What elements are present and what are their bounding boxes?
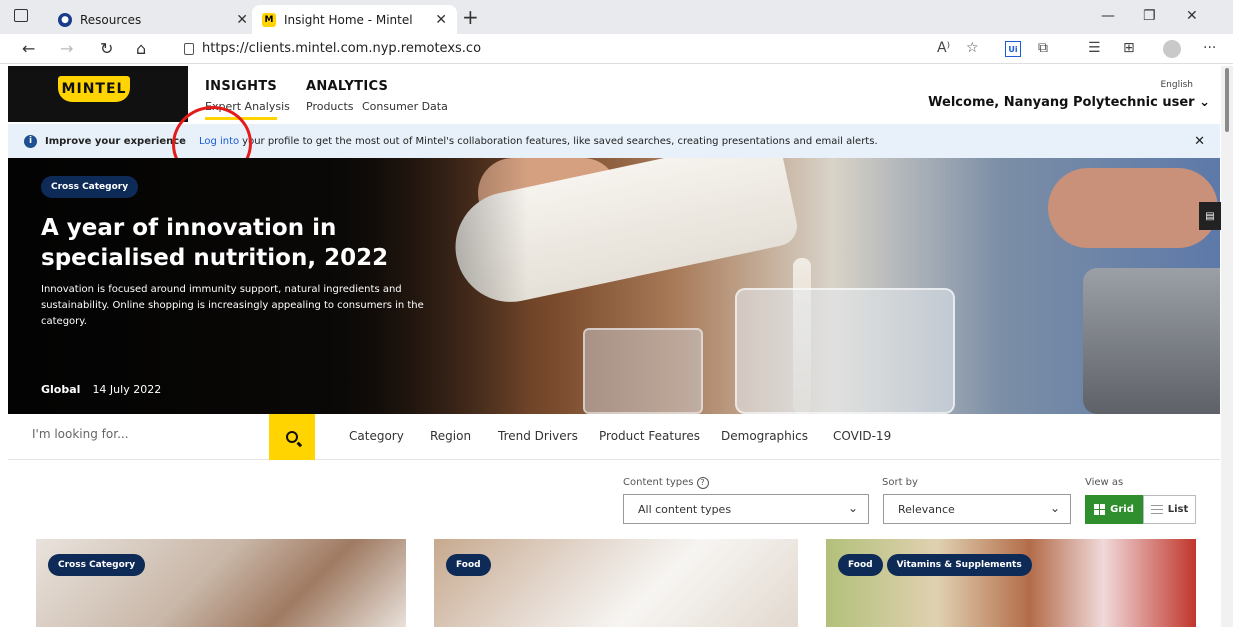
search-icon bbox=[286, 431, 298, 443]
list-icon bbox=[1150, 505, 1163, 514]
hero-category-badge[interactable]: Cross Category bbox=[41, 176, 139, 198]
nav-analytics[interactable]: ANALYTICS bbox=[306, 79, 388, 94]
content-types-select[interactable]: All content types ⌄ bbox=[623, 494, 869, 524]
scrollbar[interactable] bbox=[1221, 66, 1233, 627]
tab-resources[interactable]: ● Resources ✕ bbox=[48, 5, 258, 34]
filter-category[interactable]: Category bbox=[349, 429, 404, 443]
card-category-badge[interactable]: Vitamins & Supplements bbox=[886, 554, 1032, 576]
card-category-badge[interactable]: Cross Category bbox=[48, 554, 146, 576]
url-field[interactable]: https://clients.mintel.com.nyp.remotexs.… bbox=[184, 41, 481, 56]
search-input[interactable] bbox=[32, 427, 262, 441]
sort-by-value: Relevance bbox=[898, 502, 955, 516]
hero-image-hand-right bbox=[1048, 168, 1218, 248]
read-aloud-icon[interactable]: A⁾ bbox=[937, 40, 950, 56]
close-banner-icon[interactable]: ✕ bbox=[1194, 134, 1205, 149]
content-card[interactable]: Food bbox=[434, 539, 798, 627]
chevron-down-icon: ⌄ bbox=[847, 501, 858, 515]
card-category-badge[interactable]: Food bbox=[446, 554, 491, 576]
mintel-favicon-icon: M bbox=[262, 12, 276, 27]
url-text: https://clients.mintel.com.nyp.remotexs.… bbox=[202, 41, 482, 56]
filter-demographics[interactable]: Demographics bbox=[721, 429, 808, 443]
restore-icon[interactable]: ❐ bbox=[1143, 8, 1156, 24]
tab-label: Insight Home - Mintel bbox=[284, 12, 413, 27]
nav-products[interactable]: Products bbox=[306, 100, 354, 113]
scrollbar-thumb[interactable] bbox=[1225, 68, 1229, 132]
hero-feature[interactable]: Cross Category A year of innovation in s… bbox=[8, 158, 1220, 414]
extensions-icon[interactable]: ⧉ bbox=[1038, 40, 1048, 56]
close-tab-icon[interactable]: ✕ bbox=[435, 12, 447, 28]
address-bar-row: ← → ↻ ⌂ https://clients.mintel.com.nyp.r… bbox=[0, 34, 1233, 64]
logo-area: MINTEL bbox=[8, 66, 188, 122]
hero-image-glass bbox=[583, 328, 703, 414]
filter-trend-drivers[interactable]: Trend Drivers bbox=[498, 429, 578, 443]
browser-tab-strip: ● Resources ✕ M Insight Home - Mintel ✕ … bbox=[0, 0, 1233, 34]
info-icon: i bbox=[24, 134, 37, 148]
filter-product-features[interactable]: Product Features bbox=[599, 429, 700, 443]
content-card[interactable]: Food Vitamins & Supplements bbox=[826, 539, 1196, 627]
collections-icon[interactable]: ⊞ bbox=[1123, 40, 1135, 56]
sort-by-label: Sort by bbox=[882, 477, 918, 488]
content-card[interactable]: Cross Category bbox=[36, 539, 406, 627]
home-icon[interactable]: ⌂ bbox=[136, 39, 146, 58]
globe-icon: ● bbox=[58, 12, 72, 27]
nav-insights[interactable]: INSIGHTS bbox=[205, 79, 277, 94]
view-as-label: View as bbox=[1085, 477, 1124, 488]
close-window-icon[interactable]: ✕ bbox=[1186, 8, 1198, 24]
page-left-edge bbox=[0, 66, 8, 627]
chevron-down-icon: ⌄ bbox=[1049, 501, 1060, 515]
tab-insight-home[interactable]: M Insight Home - Mintel ✕ bbox=[252, 5, 457, 34]
hero-description: Innovation is focused around immunity su… bbox=[41, 284, 424, 327]
chevron-down-icon: ⌄ bbox=[1199, 95, 1210, 110]
refresh-icon[interactable]: ↻ bbox=[100, 39, 113, 58]
uipath-extension-icon[interactable]: Ui bbox=[1005, 41, 1021, 57]
sort-by-select[interactable]: Relevance ⌄ bbox=[883, 494, 1071, 524]
minimize-icon[interactable]: — bbox=[1101, 8, 1115, 24]
content-types-value: All content types bbox=[638, 502, 732, 516]
grid-view-button[interactable]: Grid bbox=[1085, 495, 1143, 524]
new-tab-button[interactable]: + bbox=[462, 5, 479, 29]
hero-title[interactable]: A year of innovation in specialised nutr… bbox=[41, 213, 441, 273]
content-types-label: Content types? bbox=[623, 477, 709, 489]
search-button[interactable] bbox=[269, 414, 315, 460]
hero-meta: Global 14 July 2022 bbox=[41, 383, 161, 396]
hero-image-shaker bbox=[735, 288, 955, 414]
help-icon[interactable]: ? bbox=[696, 477, 709, 489]
search-filter-bar: Category Region Trend Drivers Product Fe… bbox=[8, 414, 1220, 460]
hero-date: 14 July 2022 bbox=[92, 383, 162, 396]
side-panel-icon[interactable]: ▤ bbox=[1199, 202, 1221, 230]
banner-lead: Improve your experience bbox=[45, 135, 186, 147]
grid-icon bbox=[1094, 504, 1106, 515]
nav-consumer-data[interactable]: Consumer Data bbox=[362, 100, 448, 113]
tab-actions-icon[interactable] bbox=[14, 9, 28, 22]
language-selector[interactable]: English bbox=[1161, 80, 1194, 90]
user-menu[interactable]: Welcome, Nanyang Polytechnic user ⌄ bbox=[928, 95, 1210, 110]
hero-image-pot bbox=[1083, 268, 1220, 414]
hero-region: Global bbox=[41, 383, 81, 396]
more-menu-icon[interactable]: ··· bbox=[1203, 40, 1216, 56]
welcome-text: Welcome, Nanyang Polytechnic user bbox=[928, 95, 1195, 110]
list-view-button[interactable]: List bbox=[1143, 495, 1196, 524]
filter-covid-19[interactable]: COVID-19 bbox=[833, 429, 891, 443]
profile-avatar[interactable] bbox=[1163, 40, 1181, 58]
favorites-icon[interactable]: ☰ bbox=[1088, 40, 1101, 56]
card-category-badge[interactable]: Food bbox=[838, 554, 883, 576]
forward-icon[interactable]: → bbox=[60, 39, 73, 58]
back-icon[interactable]: ← bbox=[22, 39, 35, 58]
lock-icon bbox=[184, 42, 194, 55]
filter-region[interactable]: Region bbox=[430, 429, 471, 443]
banner-text: your profile to get the most out of Mint… bbox=[242, 135, 878, 147]
tab-label: Resources bbox=[80, 12, 142, 27]
close-tab-icon[interactable]: ✕ bbox=[236, 12, 248, 28]
mintel-logo[interactable]: MINTEL bbox=[58, 76, 130, 102]
favorite-icon[interactable]: ☆ bbox=[966, 40, 979, 56]
